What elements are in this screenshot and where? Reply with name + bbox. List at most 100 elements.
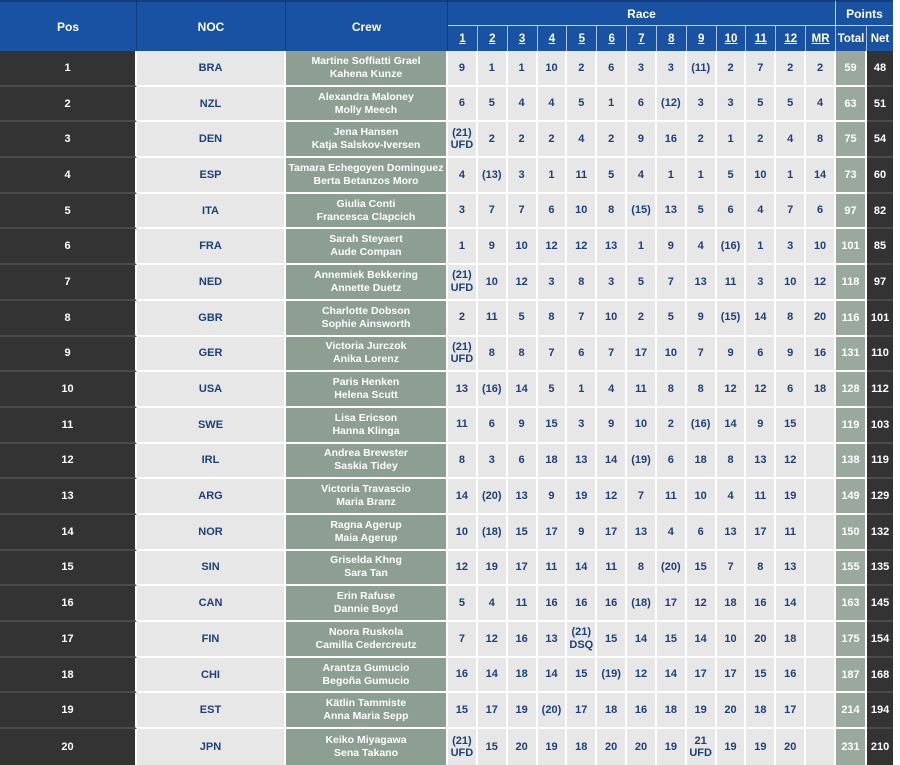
table-row: 16 CAN Erin Rafuse Dannie Boyd 5 4 11 16 16 16 (18… [0, 586, 894, 622]
pos-cell: 16 [0, 586, 137, 622]
race-score-cell: 15 [746, 657, 777, 694]
total-points-cell: 231 [836, 729, 867, 765]
crew-line: Sarah Steyaert [329, 233, 403, 246]
race-score-cell: (13) [477, 158, 508, 194]
race-score-cell: 14 [627, 622, 657, 658]
race-score-cell: 3 [507, 158, 538, 194]
pos-cell: 1 [0, 51, 137, 87]
race-score-cell: 18 [806, 372, 836, 408]
race-col-header-mr[interactable]: MR [806, 26, 836, 51]
race-score-cell: 19 [507, 693, 538, 730]
noc-cell: CHI [137, 657, 286, 694]
table-row: 2 NZL Alexandra Maloney Molly Meech 6 5 4 4 5 1 6(… [0, 86, 894, 123]
pos-cell: 7 [0, 265, 137, 301]
race-score-cell: 5 [448, 586, 478, 622]
race-col-link-label[interactable]: 8 [668, 33, 674, 45]
noc-cell: SWE [137, 407, 286, 444]
race-score-cell: 12 [716, 372, 747, 408]
race-score-cell: 10 [746, 158, 777, 194]
crew-line: Erin Rafuse [336, 590, 396, 603]
race-score-cell: 7 [686, 336, 717, 373]
race-col-header-10[interactable]: 10 [716, 26, 747, 51]
race-score-cell: (18) [627, 586, 657, 622]
race-col-link-label[interactable]: 5 [579, 33, 585, 45]
race-col-header-9[interactable]: 9 [686, 26, 717, 51]
race-score-cell: 18 [597, 693, 628, 730]
pos-cell: 18 [0, 657, 137, 694]
crew-line: Annette Duetz [330, 281, 402, 294]
race-score-cell: 17 [477, 693, 508, 730]
race-score-cell: 1 [627, 229, 657, 266]
race-col-header-3[interactable]: 3 [507, 26, 538, 51]
race-score-cell: 3 [656, 51, 687, 87]
crew-cell: Annemiek Bekkering Annette Duetz [286, 265, 448, 301]
race-col-header-2[interactable]: 2 [477, 26, 508, 51]
race-col-link-label[interactable]: 11 [755, 33, 767, 45]
race-score-cell: (19) [627, 443, 657, 480]
race-score-cell: 7 [507, 193, 538, 230]
race-col-header-4[interactable]: 4 [537, 26, 568, 51]
race-col-link-label[interactable]: 2 [489, 33, 495, 45]
race-score-cell: 14 [477, 657, 508, 694]
race-score-cell: 13 [567, 443, 598, 480]
race-score-cell: 16 [597, 586, 628, 622]
race-score-cell: 4 [686, 229, 717, 266]
pos-cell: 4 [0, 158, 137, 194]
race-col-link-label[interactable]: 7 [638, 33, 644, 45]
race-score-cell: 15 [477, 729, 508, 765]
race-score-cell: 8 [806, 122, 836, 159]
race-col-header-7[interactable]: 7 [627, 26, 657, 51]
race-score-cell: 19 [776, 479, 807, 515]
race-col-header-1[interactable]: 1 [448, 26, 478, 51]
race-score-cell [806, 550, 836, 587]
race-score-cell: 2 [477, 122, 508, 159]
race-score-cell: 6 [716, 193, 747, 230]
race-score-cell: 5 [477, 86, 508, 123]
race-score-cell: 11 [507, 586, 538, 622]
race-score-cell: 7 [746, 51, 777, 87]
race-col-header-6[interactable]: 6 [597, 26, 628, 51]
race-score-cell: 2 [686, 122, 717, 159]
race-score-cell: 4 [597, 372, 628, 408]
race-col-link-label[interactable]: 1 [459, 33, 465, 45]
race-col-link-label[interactable]: 3 [519, 33, 525, 45]
race-score-cell: 1 [776, 158, 807, 194]
race-col-header-12[interactable]: 12 [776, 26, 807, 51]
col-header-net: Net [867, 26, 894, 51]
race-col-header-8[interactable]: 8 [656, 26, 687, 51]
race-score-cell: 10 [477, 265, 508, 301]
race-score-cell: 7 [477, 193, 508, 230]
race-score-cell: 5 [686, 193, 717, 230]
race-col-link-label[interactable]: 12 [784, 33, 797, 45]
crew-cell: Sarah Steyaert Aude Compan [286, 229, 448, 266]
race-score-cell: 14 [597, 443, 628, 480]
crew-cell: Keiko Miyagawa Sena Takano [286, 729, 448, 765]
race-col-header-5[interactable]: 5 [567, 26, 598, 51]
race-col-header-11[interactable]: 11 [746, 26, 777, 51]
race-col-link-label[interactable]: MR [812, 33, 830, 45]
race-col-link-label[interactable]: 10 [725, 33, 738, 45]
pos-cell: 15 [0, 550, 137, 587]
race-score-cell: 18 [656, 693, 687, 730]
net-points-cell: 119 [867, 443, 894, 480]
crew-cell: Lisa Ericson Hanna Klinga [286, 407, 448, 444]
race-col-link-label[interactable]: 9 [698, 33, 704, 45]
race-score-cell: 8 [716, 443, 747, 480]
crew-line: Victoria Jurczok [325, 340, 407, 353]
race-score-cell: 2 [746, 122, 777, 159]
crew-line: Andrea Brewster [323, 447, 409, 460]
race-score-cell: 3 [776, 229, 807, 266]
race-score-cell: 11 [746, 479, 777, 515]
net-points-cell: 194 [867, 693, 894, 730]
race-score-cell: 2 [716, 51, 747, 87]
pos-cell: 9 [0, 336, 137, 373]
crew-cell: Charlotte Dobson Sophie Ainsworth [286, 300, 448, 337]
race-score-cell: 10 [776, 265, 807, 301]
race-score-cell: (16) [686, 407, 717, 444]
race-col-link-label[interactable]: 6 [608, 33, 614, 45]
race-score-cell: 17 [776, 693, 807, 730]
race-score-cell: 1 [656, 158, 687, 194]
race-score-cell: 13 [716, 514, 747, 551]
total-points-cell: 116 [836, 300, 867, 337]
race-col-link-label[interactable]: 4 [549, 33, 555, 45]
